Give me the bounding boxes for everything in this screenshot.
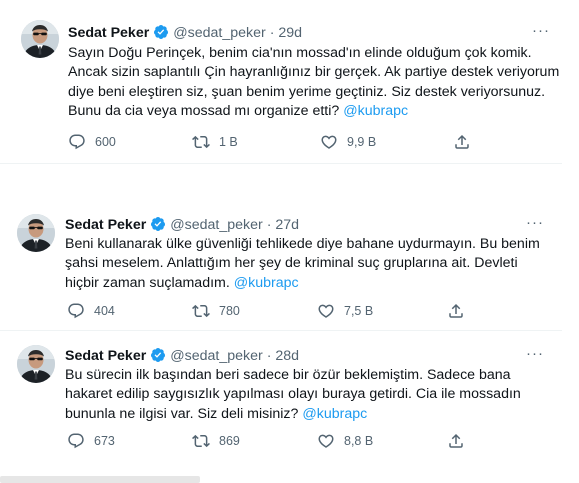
avatar[interactable] — [17, 345, 55, 383]
heart-icon — [317, 302, 335, 320]
tweet-1[interactable]: Sedat Peker @sedat_peker · 29d ··· Sayın … — [0, 0, 562, 163]
tweet-header: Sedat Peker @sedat_peker · 27d — [65, 216, 299, 236]
separator: · — [266, 348, 272, 364]
more-options-icon[interactable]: ··· — [532, 22, 550, 39]
timestamp[interactable]: 29d — [278, 25, 302, 41]
divider — [0, 163, 562, 164]
tweet-text: Sayın Doğu Perinçek, benim cia'nın mossa… — [68, 44, 563, 122]
like-count: 9,9 B — [347, 135, 377, 149]
reply-count: 404 — [94, 304, 115, 318]
share-icon — [447, 302, 465, 320]
timestamp[interactable]: 27d — [275, 217, 299, 233]
reply-icon — [68, 133, 86, 151]
verified-badge-icon — [153, 24, 169, 44]
more-options-icon[interactable]: ··· — [526, 214, 544, 231]
reply-button[interactable]: 673 — [67, 432, 115, 450]
author-name[interactable]: Sedat Peker — [65, 217, 146, 233]
retweet-button[interactable]: 780 — [192, 302, 240, 320]
author-name[interactable]: Sedat Peker — [68, 25, 149, 41]
tweet-body: Beni kullanarak ülke güvenliği tehlikede… — [65, 236, 540, 291]
retweet-icon — [192, 432, 210, 450]
share-button[interactable] — [447, 302, 465, 320]
more-options-icon[interactable]: ··· — [526, 345, 544, 362]
mention-link[interactable]: @kubrapc — [302, 406, 367, 422]
like-count: 7,5 B — [344, 304, 374, 318]
tweet-actions: 600 1 B 9,9 B — [68, 133, 488, 153]
reply-button[interactable]: 600 — [68, 133, 116, 151]
like-button[interactable]: 9,9 B — [320, 133, 376, 151]
verified-badge-icon — [150, 347, 166, 367]
avatar[interactable] — [21, 20, 59, 58]
verified-badge-icon — [150, 216, 166, 236]
timestamp[interactable]: 28d — [275, 348, 299, 364]
like-count: 8,8 B — [344, 434, 374, 448]
reply-button[interactable]: 404 — [67, 302, 115, 320]
separator: · — [269, 25, 275, 41]
avatar[interactable] — [17, 214, 55, 252]
retweet-button[interactable]: 869 — [192, 432, 240, 450]
retweet-button[interactable]: 1 B — [192, 133, 238, 151]
tweet-text: Bu sürecin ilk başından beri sadece bir … — [65, 366, 543, 424]
tweet-3[interactable]: Sedat Peker @sedat_peker · 28d ··· Bu sür… — [0, 331, 562, 471]
share-button[interactable] — [453, 133, 471, 151]
share-button[interactable] — [447, 432, 465, 450]
retweet-icon — [192, 133, 210, 151]
share-icon — [447, 432, 465, 450]
reply-count: 673 — [94, 434, 115, 448]
retweet-count: 780 — [219, 304, 240, 318]
tweet-header: Sedat Peker @sedat_peker · 29d — [68, 24, 302, 44]
mention-link[interactable]: @kubrapc — [343, 103, 408, 119]
tweet-actions: 673 869 8,8 B — [67, 432, 487, 452]
like-button[interactable]: 8,8 B — [317, 432, 373, 450]
author-name[interactable]: Sedat Peker — [65, 348, 146, 364]
reply-icon — [67, 432, 85, 450]
heart-icon — [317, 432, 335, 450]
reply-icon — [67, 302, 85, 320]
tweet-header: Sedat Peker @sedat_peker · 28d — [65, 347, 299, 367]
author-handle[interactable]: @sedat_peker — [170, 217, 263, 233]
mention-link[interactable]: @kubrapc — [234, 275, 299, 291]
tweet-2[interactable]: Sedat Peker @sedat_peker · 27d ··· Beni k… — [0, 200, 562, 330]
retweet-icon — [192, 302, 210, 320]
author-handle[interactable]: @sedat_peker — [170, 348, 263, 364]
heart-icon — [320, 133, 338, 151]
tweet-actions: 404 780 7,5 B — [67, 302, 487, 322]
reply-count: 600 — [95, 135, 116, 149]
like-button[interactable]: 7,5 B — [317, 302, 373, 320]
tweet-body: Bu sürecin ilk başından beri sadece bir … — [65, 367, 521, 422]
horizontal-scrollbar[interactable] — [0, 476, 200, 483]
share-icon — [453, 133, 471, 151]
separator: · — [266, 217, 272, 233]
author-handle[interactable]: @sedat_peker — [173, 25, 266, 41]
retweet-count: 869 — [219, 434, 240, 448]
retweet-count: 1 B — [219, 135, 238, 149]
tweet-body: Sayın Doğu Perinçek, benim cia'nın mossa… — [68, 45, 560, 120]
tweet-text: Beni kullanarak ülke güvenliği tehlikede… — [65, 235, 543, 293]
